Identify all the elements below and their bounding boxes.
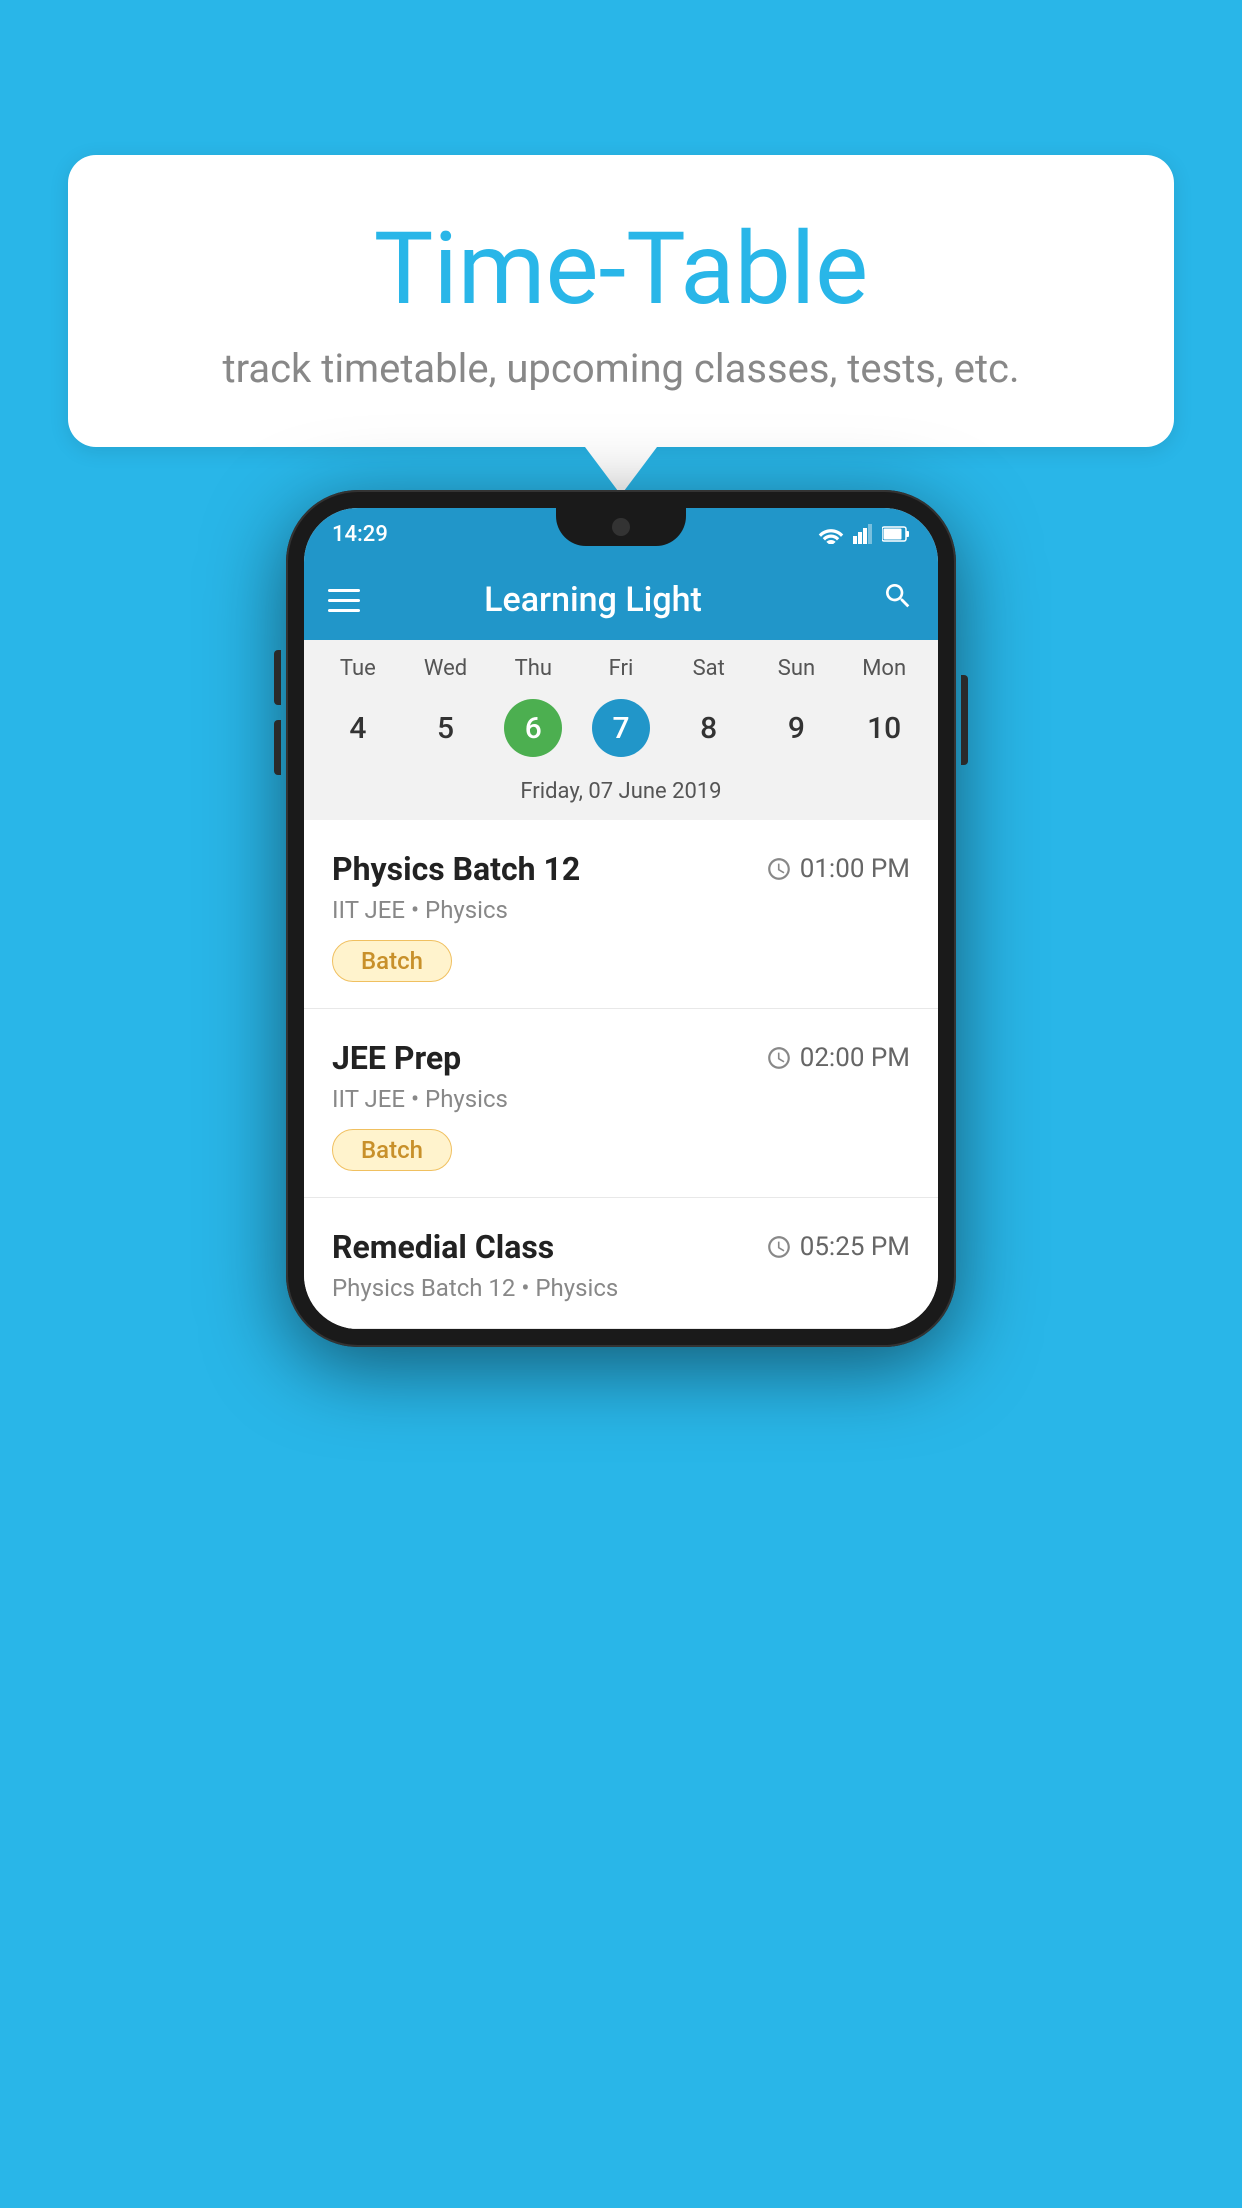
- date-8[interactable]: 8: [665, 697, 753, 759]
- status-icons: [818, 524, 910, 544]
- day-sat: Sat: [665, 656, 753, 681]
- batch-tag-2: Batch: [332, 1129, 452, 1171]
- schedule-subtitle-2: IIT JEE • Physics: [332, 1085, 910, 1113]
- speech-bubble: Time-Table track timetable, upcoming cla…: [68, 155, 1174, 447]
- clock-icon-3: [766, 1234, 792, 1260]
- calendar-section: Tue Wed Thu Fri Sat Sun Mon 4 5 6 7 8 9 …: [304, 640, 938, 820]
- app-bar: Learning Light: [304, 560, 938, 640]
- battery-icon: [882, 525, 910, 543]
- date-9[interactable]: 9: [753, 697, 841, 759]
- schedule-time-2: 02:00 PM: [766, 1043, 910, 1073]
- day-sun: Sun: [753, 656, 841, 681]
- schedule-time-1: 01:00 PM: [766, 854, 910, 884]
- notch: [556, 508, 686, 546]
- signal-icon: [852, 524, 874, 544]
- schedule-subtitle-3: Physics Batch 12 • Physics: [332, 1274, 910, 1302]
- volume-down-button[interactable]: [274, 720, 281, 775]
- selected-date-label: Friday, 07 June 2019: [304, 771, 938, 820]
- speech-bubble-container: Time-Table track timetable, upcoming cla…: [68, 155, 1174, 495]
- day-mon: Mon: [840, 656, 928, 681]
- schedule-item-3[interactable]: Remedial Class 05:25 PM Physics Batch 12…: [304, 1198, 938, 1329]
- schedule-subtitle-1: IIT JEE • Physics: [332, 896, 910, 924]
- speech-bubble-tail: [585, 447, 657, 495]
- schedule-item-header-3: Remedial Class 05:25 PM: [332, 1228, 910, 1266]
- phone-wrapper: 14:29: [286, 490, 956, 1347]
- search-button[interactable]: [882, 580, 914, 620]
- day-tue: Tue: [314, 656, 402, 681]
- day-headers: Tue Wed Thu Fri Sat Sun Mon: [304, 640, 938, 689]
- schedule-item-header-2: JEE Prep 02:00 PM: [332, 1039, 910, 1077]
- day-thu: Thu: [489, 656, 577, 681]
- schedule-item-1[interactable]: Physics Batch 12 01:00 PM IIT JEE • Phys…: [304, 820, 938, 1009]
- status-bar: 14:29: [304, 508, 938, 560]
- schedule-list: Physics Batch 12 01:00 PM IIT JEE • Phys…: [304, 820, 938, 1329]
- bubble-subtitle: track timetable, upcoming classes, tests…: [128, 345, 1114, 392]
- bubble-title: Time-Table: [128, 215, 1114, 325]
- schedule-item-2[interactable]: JEE Prep 02:00 PM IIT JEE • Physics Batc…: [304, 1009, 938, 1198]
- date-5[interactable]: 5: [402, 697, 490, 759]
- schedule-title-3: Remedial Class: [332, 1228, 554, 1266]
- app-bar-title: Learning Light: [304, 580, 882, 620]
- phone-outer: 14:29: [286, 490, 956, 1347]
- clock-icon-1: [766, 856, 792, 882]
- day-wed: Wed: [402, 656, 490, 681]
- date-7-selected[interactable]: 7: [592, 699, 650, 757]
- date-6-today[interactable]: 6: [504, 699, 562, 757]
- date-row: 4 5 6 7 8 9 10: [304, 689, 938, 771]
- batch-tag-1: Batch: [332, 940, 452, 982]
- volume-up-button[interactable]: [274, 650, 281, 705]
- camera-dot: [612, 518, 630, 536]
- schedule-time-3: 05:25 PM: [766, 1232, 910, 1262]
- status-time: 14:29: [332, 522, 388, 547]
- phone-screen: 14:29: [304, 508, 938, 1329]
- wifi-icon: [818, 524, 844, 544]
- schedule-title-1: Physics Batch 12: [332, 850, 580, 888]
- date-10[interactable]: 10: [840, 697, 928, 759]
- schedule-title-2: JEE Prep: [332, 1039, 461, 1077]
- date-4[interactable]: 4: [314, 697, 402, 759]
- power-button[interactable]: [961, 675, 968, 765]
- day-fri: Fri: [577, 656, 665, 681]
- clock-icon-2: [766, 1045, 792, 1071]
- schedule-item-header-1: Physics Batch 12 01:00 PM: [332, 850, 910, 888]
